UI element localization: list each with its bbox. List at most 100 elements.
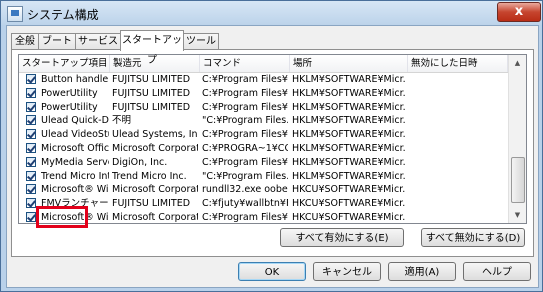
tab-general[interactable]: 全般 <box>11 33 39 50</box>
cell-command: "C:¥Program Files... <box>202 115 288 127</box>
cell-manufacturer: Ulead Systems, Inc. <box>112 129 198 141</box>
cell-location: HKLM¥SOFTWARE¥Micr... <box>292 87 406 99</box>
column-header-item[interactable]: スタートアップ項目 <box>19 55 110 72</box>
table-row[interactable]: Microsoft® Wind...Microsoft Corporat... r… <box>19 182 508 197</box>
column-header-disabled-date[interactable]: 無効にした日時 <box>408 55 508 72</box>
column-header-command[interactable]: コマンド <box>200 55 290 72</box>
table-row[interactable]: Microsoft Office...Microsoft Corporat...… <box>19 141 508 156</box>
table-row[interactable]: PowerUtility FUJITSU LIMITED C:¥Program Fi… <box>19 86 508 101</box>
row-checkbox[interactable] <box>26 129 36 140</box>
cell-disabled-date <box>410 155 506 170</box>
cell-location: HKLM¥SOFTWARE¥Micr... <box>292 74 406 85</box>
cell-location: HKLM¥SOFTWARE¥Micr... <box>292 143 406 154</box>
app-icon <box>7 6 23 22</box>
column-header-location[interactable]: 場所 <box>290 55 408 72</box>
vertical-scrollbar[interactable]: ▲ ▼ <box>508 55 526 223</box>
row-checkbox[interactable] <box>26 198 36 209</box>
disable-all-button[interactable]: すべて無効にする(D) <box>421 228 525 247</box>
cell-manufacturer: FUJITSU LIMITED <box>112 74 191 85</box>
row-checkbox[interactable] <box>26 156 36 167</box>
cell-manufacturer: FUJITSU LIMITED <box>112 87 191 99</box>
cell-item-name: Ulead Quick-Dr... <box>41 115 109 127</box>
cell-command: C:¥Program Files¥... <box>202 74 288 85</box>
highlight-box <box>36 206 88 228</box>
window-title: システム構成 <box>27 8 99 22</box>
cell-disabled-date <box>410 72 506 87</box>
row-checkbox[interactable] <box>26 101 36 112</box>
row-checkbox[interactable] <box>26 87 36 98</box>
cell-location: HKLM¥SOFTWARE¥Micr... <box>292 170 406 182</box>
cell-item-name: Ulead VideoStu... <box>41 129 109 141</box>
row-checkbox[interactable] <box>26 184 36 195</box>
scroll-up-arrow-icon[interactable]: ▲ <box>509 55 526 71</box>
list-header: スタートアップ項目 製造元 コマンド 場所 無効にした日時 <box>19 55 508 73</box>
cell-item-name: Microsoft Office... <box>41 143 109 154</box>
tab-startup[interactable]: スタートアップ <box>120 30 184 66</box>
cell-item-name: MyMedia Server... <box>41 156 109 168</box>
cell-disabled-date <box>410 113 506 128</box>
ok-button[interactable]: OK <box>238 262 306 281</box>
cell-manufacturer: FUJITSU LIMITED <box>112 101 191 113</box>
close-button[interactable]: x <box>497 2 541 22</box>
cell-disabled-date <box>410 86 506 101</box>
cell-disabled-date <box>410 141 506 156</box>
cell-location: HKLM¥SOFTWARE¥Micr... <box>292 101 406 113</box>
table-row[interactable]: PowerUtility FUJITSU LIMITED C:¥Program Fi… <box>19 100 508 115</box>
help-button[interactable]: ヘルプ <box>463 262 531 281</box>
cell-manufacturer: Microsoft Corporat... <box>112 143 198 154</box>
table-row[interactable]: Microsoft® Wind...Microsoft Corporat...C… <box>19 210 508 223</box>
cell-item-name: PowerUtility <box>41 101 98 113</box>
cell-location: HKCU¥SOFTWARE¥Micr... <box>292 198 406 210</box>
enable-all-button[interactable]: すべて有効にする(E) <box>280 228 404 247</box>
cell-location: HKLM¥SOFTWARE¥Micr... <box>292 129 406 141</box>
table-row[interactable]: Button handler FUJITSU LIMITED C:¥Program … <box>19 72 508 87</box>
cell-manufacturer: Microsoft Corporat... <box>112 184 198 196</box>
cell-command: C:¥Program Files¥... <box>202 129 288 141</box>
cell-location: HKLM¥SOFTWARE¥Micr... <box>292 156 406 168</box>
cell-command: rundll32.exe oobefl... <box>202 184 288 196</box>
cell-command: C:¥Program Files¥... <box>202 212 288 223</box>
cell-command: C:¥Program Files¥... <box>202 101 288 113</box>
cancel-button[interactable]: キャンセル <box>313 262 381 281</box>
scroll-thumb[interactable] <box>511 157 525 203</box>
cell-command: C:¥fjuty¥wallbtn¥F... <box>202 198 288 210</box>
table-row[interactable]: MyMedia Server...DigiOn, Inc. C:¥Program … <box>19 155 508 170</box>
row-checkbox[interactable] <box>26 170 36 181</box>
cell-item-name: Trend Micro Inte... <box>41 170 109 182</box>
cell-item-name: Button handler <box>41 74 109 85</box>
system-config-window: システム構成 x 全般 ブート サービス スタートアップ ツール スタートアップ… <box>0 0 543 292</box>
startup-list[interactable]: スタートアップ項目 製造元 コマンド 場所 無効にした日時 Button han… <box>18 54 527 224</box>
cell-manufacturer: Trend Micro Inc. <box>112 170 187 182</box>
cell-disabled-date <box>410 182 506 197</box>
cell-disabled-date <box>410 100 506 115</box>
row-checkbox[interactable] <box>26 212 36 222</box>
cell-disabled-date <box>410 210 506 223</box>
cell-manufacturer: DigiOn, Inc. <box>112 156 168 168</box>
tab-tools[interactable]: ツール <box>183 33 219 50</box>
row-checkbox[interactable] <box>26 143 36 153</box>
startup-panel: スタートアップ項目 製造元 コマンド 場所 無効にした日時 Button han… <box>11 49 534 257</box>
cell-manufacturer: 不明 <box>112 115 132 127</box>
cell-location: HKCU¥SOFTWARE¥Micr... <box>292 212 406 223</box>
cell-command: "C:¥Program Files... <box>202 170 288 182</box>
cell-disabled-date <box>410 169 506 184</box>
row-checkbox[interactable] <box>26 74 36 84</box>
table-row[interactable]: Ulead Quick-Dr...不明 "C:¥Program Files... H… <box>19 113 508 128</box>
cell-manufacturer: Microsoft Corporat... <box>112 212 198 223</box>
table-row[interactable]: Trend Micro Inte...Trend Micro Inc. "C:¥P… <box>19 169 508 184</box>
row-checkbox[interactable] <box>26 115 36 126</box>
cell-item-name: PowerUtility <box>41 87 98 99</box>
table-row[interactable]: FMVランチャー FUJITSU LIMITED C:¥fjuty¥wallbtn¥… <box>19 196 508 211</box>
scroll-down-arrow-icon[interactable]: ▼ <box>509 207 526 223</box>
tab-boot[interactable]: ブート <box>38 33 76 50</box>
apply-button[interactable]: 適用(A) <box>388 262 456 281</box>
cell-command: C:¥Program Files¥... <box>202 156 288 168</box>
cell-command: C:¥PROGRA~1¥CO... <box>202 143 288 154</box>
title-bar[interactable]: システム構成 x <box>1 1 542 25</box>
cell-location: HKCU¥SOFTWARE¥Micr... <box>292 184 406 196</box>
cell-command: C:¥Program Files¥... <box>202 87 288 99</box>
cell-item-name: Microsoft® Wind... <box>41 184 109 196</box>
tab-services[interactable]: サービス <box>75 33 121 50</box>
cell-disabled-date <box>410 196 506 211</box>
table-row[interactable]: Ulead VideoStu...Ulead Systems, Inc. C:¥P… <box>19 127 508 142</box>
